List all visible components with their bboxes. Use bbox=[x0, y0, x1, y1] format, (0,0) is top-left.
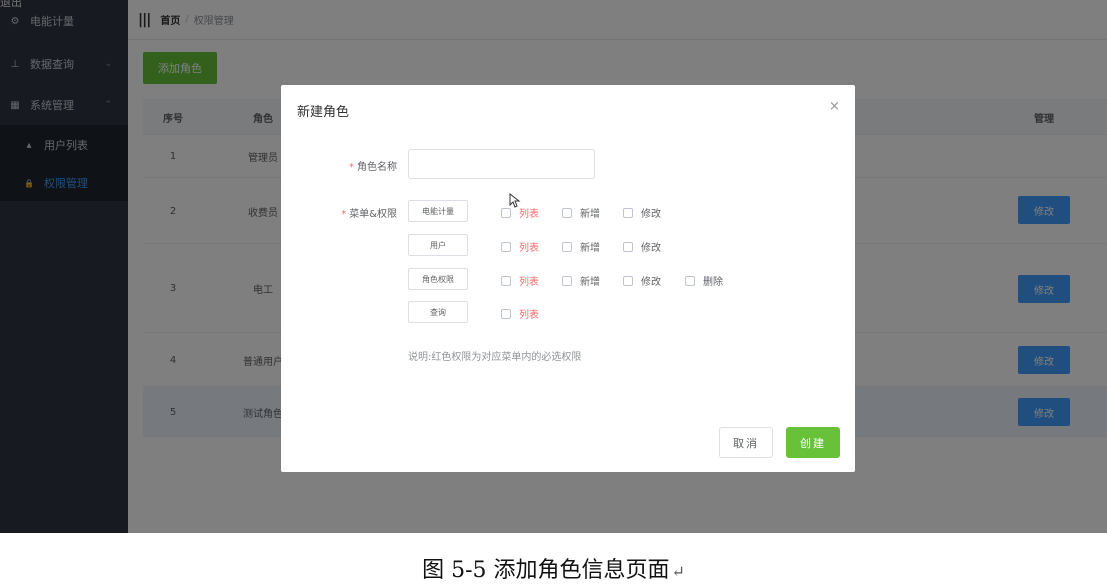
checkbox-role-delete[interactable]: 删除 bbox=[685, 273, 723, 288]
checkbox-user-list[interactable]: 列表 bbox=[501, 239, 539, 254]
menu-tag-query: 查询 bbox=[408, 301, 468, 323]
checkbox-role-edit[interactable]: 修改 bbox=[623, 273, 661, 288]
checkbox-role-list[interactable]: 列表 bbox=[501, 273, 539, 288]
menu-tag-energy: 电能计量 bbox=[408, 200, 468, 222]
checkbox-user-add[interactable]: 新增 bbox=[562, 239, 600, 254]
app-window: 退出 ⚙ 电能计量 ⊥ 数据查询 ⌄ ▦ 系统管理 ⌃ ▴ 用户列表 🔒 权限管… bbox=[0, 0, 1107, 533]
required-mark: * bbox=[349, 162, 354, 173]
permission-note: 说明:红色权限为对应菜单内的必选权限 bbox=[408, 352, 582, 363]
dialog-title: 新建角色 bbox=[297, 105, 350, 120]
role-name-label: * 角色名称 bbox=[349, 162, 397, 173]
menu-permission-label: * 菜单&权限 bbox=[341, 209, 397, 220]
checkbox-energy-edit[interactable]: 修改 bbox=[623, 205, 661, 220]
menu-tag-user: 用户 bbox=[408, 234, 468, 256]
new-role-dialog: 新建角色 × * 角色名称 * 菜单&权限 电能计量 列表 新增 修改 用户 列表 … bbox=[281, 85, 855, 472]
menu-tag-role-permission: 角色权限 bbox=[408, 268, 468, 290]
mouse-cursor-icon bbox=[509, 193, 521, 208]
checkbox-user-edit[interactable]: 修改 bbox=[623, 239, 661, 254]
create-button[interactable]: 创建 bbox=[786, 427, 840, 458]
required-mark: * bbox=[341, 209, 347, 220]
cancel-button[interactable]: 取消 bbox=[719, 427, 773, 458]
return-mark-icon: ↵ bbox=[671, 562, 685, 581]
close-icon[interactable]: × bbox=[829, 99, 840, 114]
role-name-input[interactable] bbox=[408, 149, 595, 179]
checkbox-query-list[interactable]: 列表 bbox=[501, 306, 539, 321]
checkbox-energy-add[interactable]: 新增 bbox=[562, 205, 600, 220]
figure-caption: 图 5-5 添加角色信息页面 ↵ bbox=[422, 558, 685, 583]
checkbox-role-add[interactable]: 新增 bbox=[562, 273, 600, 288]
